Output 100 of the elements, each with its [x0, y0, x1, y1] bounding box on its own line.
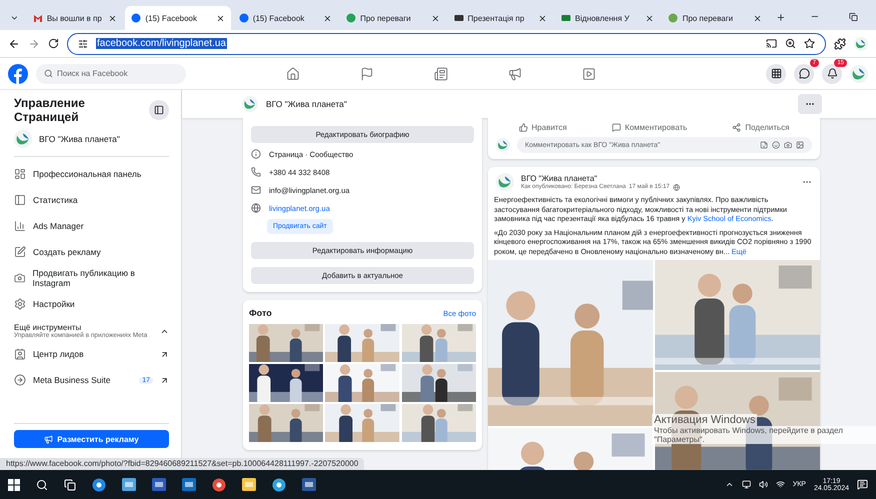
reload-icon[interactable]: [48, 38, 59, 49]
network-icon[interactable]: [742, 480, 751, 489]
photos-title: Фото: [249, 308, 272, 318]
settings-icon: [14, 298, 26, 310]
tray-chevron-icon[interactable]: [724, 480, 734, 489]
app-icon[interactable]: [212, 478, 226, 492]
newspaper-icon[interactable]: [434, 66, 448, 80]
video-icon[interactable]: [582, 66, 596, 80]
close-icon[interactable]: [430, 14, 440, 22]
sidebar-title: Управление Страницей: [14, 96, 86, 124]
sidebar-item[interactable]: Статистика: [14, 189, 169, 211]
task-view-icon[interactable]: [64, 478, 76, 490]
restore-icon[interactable]: [849, 12, 858, 22]
image-icon: [796, 141, 804, 149]
dashboard-icon: [14, 168, 26, 180]
post-action-button[interactable]: Поделиться: [732, 123, 790, 132]
share-icon: [732, 123, 742, 132]
browser-tab[interactable]: Про переваги: [662, 6, 768, 30]
site-settings-icon[interactable]: [78, 38, 88, 48]
close-icon[interactable]: [752, 14, 762, 22]
menu-button[interactable]: [766, 64, 786, 84]
new-tab-icon[interactable]: [776, 12, 786, 23]
like-icon: [518, 123, 528, 132]
collapse-button[interactable]: [149, 100, 169, 120]
globe-icon: [672, 184, 680, 190]
sidebar-item[interactable]: Ads Manager: [14, 215, 169, 237]
wifi-icon[interactable]: [776, 480, 785, 489]
info-icon: [251, 149, 261, 159]
app-icon[interactable]: [272, 478, 286, 492]
page-name: ВГО "Жива планета": [266, 99, 347, 109]
site-icon: [561, 13, 572, 23]
search-field[interactable]: Поиск на Facebook: [36, 64, 186, 84]
search-icon[interactable]: [36, 478, 48, 490]
notifications-button[interactable]: [822, 64, 842, 84]
activation-text: Чтобы активировать Windows, перейдите в раздел "Параметры".: [652, 426, 876, 444]
browser-tab[interactable]: (15) Facebook: [125, 6, 231, 30]
browser-tab[interactable]: Відновлення У: [555, 6, 660, 30]
camera-icon: [784, 141, 792, 149]
megaphone-icon: [44, 434, 54, 444]
site-icon: [32, 13, 43, 23]
site-icon: [346, 13, 356, 23]
external-link-icon: [160, 350, 169, 358]
leaf-logo-icon: [850, 64, 868, 82]
comment-icon: [612, 123, 621, 132]
browser-tab[interactable]: Презентація пр: [448, 6, 554, 30]
forward-icon[interactable]: [28, 38, 40, 50]
contact-card-icon: [14, 348, 26, 360]
bookmark-star-icon[interactable]: [804, 38, 815, 49]
close-icon[interactable]: [323, 14, 332, 22]
site-icon: [668, 13, 678, 23]
bell-icon: [826, 68, 838, 79]
messenger-button[interactable]: [794, 64, 814, 84]
section-title: Ещё инструменты: [14, 323, 82, 332]
url-text: facebook.com/livingplanet.ua: [96, 38, 227, 49]
globe-icon: [251, 203, 261, 213]
browser-tab[interactable]: (15) Facebook: [232, 6, 338, 30]
flag-icon[interactable]: [360, 66, 374, 80]
home-icon[interactable]: [286, 66, 300, 80]
camera-icon: [14, 272, 26, 284]
zoom-icon[interactable]: [785, 38, 796, 49]
grid-icon: [770, 68, 782, 79]
sidebar-item[interactable]: Продвигать публикацию в Instagram: [14, 267, 169, 289]
logo-icon: [238, 13, 249, 23]
close-icon[interactable]: [538, 14, 548, 22]
chat-icon: [798, 68, 810, 79]
address-bar[interactable]: facebook.com/livingplanet.ua: [67, 32, 826, 54]
close-icon[interactable]: [108, 14, 118, 22]
close-icon[interactable]: [645, 14, 654, 22]
cast-icon[interactable]: [766, 38, 777, 49]
status-url: https://www.facebook.com/photo/?fbid=829460689211527&set=pb.100064428111997.-2207520000: [0, 458, 364, 470]
external-link-icon: [160, 376, 169, 384]
pencil-icon: [14, 246, 26, 258]
sidebar-item[interactable]: Центр лидов: [14, 343, 169, 365]
post-action-button[interactable]: Комментировать: [612, 123, 688, 132]
ad-button[interactable]: Разместить рекламу: [14, 430, 169, 448]
extensions-icon[interactable]: [834, 38, 846, 50]
logo-icon[interactable]: [8, 64, 28, 84]
speaker-icon[interactable]: [758, 480, 768, 489]
statistics-icon: [14, 194, 26, 206]
close-icon[interactable]: [216, 14, 225, 22]
phone-icon: [251, 167, 261, 177]
sidebar-item[interactable]: Создать рекламу: [14, 241, 169, 263]
browser-tab[interactable]: Про переваги: [340, 6, 446, 30]
megaphone-icon[interactable]: [508, 66, 522, 80]
mail-icon: [251, 185, 261, 195]
app-icon[interactable]: [92, 478, 106, 492]
notification-icon[interactable]: [857, 479, 868, 490]
page-item[interactable]: ВГО "Жива планета": [14, 128, 169, 150]
sidebar-item[interactable]: Профессиональная панель: [14, 163, 169, 185]
emoji-icon: [772, 141, 780, 149]
browser-tab[interactable]: Вы вошли в пр: [26, 6, 124, 30]
back-icon[interactable]: [8, 38, 20, 50]
windows-icon[interactable]: [8, 478, 20, 490]
leaf-logo-icon: [496, 173, 514, 191]
post-action-button[interactable]: Нравится: [518, 123, 567, 132]
leaf-logo-icon: [496, 138, 510, 152]
post-author[interactable]: ВГО "Жива планета": [521, 174, 795, 182]
logo-icon: [131, 13, 142, 23]
sidebar-item[interactable]: Настройки: [14, 293, 169, 315]
bar-chart-icon: [14, 220, 26, 232]
